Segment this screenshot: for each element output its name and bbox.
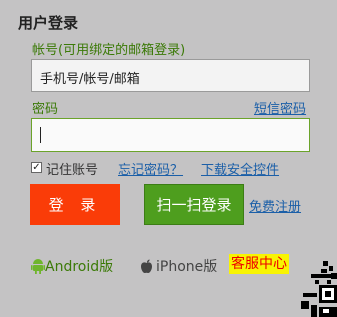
- qr-code-icon[interactable]: [301, 261, 337, 317]
- text-caret: [40, 127, 41, 143]
- register-link[interactable]: 免费注册: [249, 196, 301, 215]
- password-input[interactable]: [31, 118, 310, 152]
- remember-checkbox[interactable]: ✓: [31, 162, 42, 173]
- android-icon: [31, 258, 45, 274]
- password-label: 密码: [32, 102, 59, 117]
- download-security-control-link[interactable]: 下载安全控件: [201, 159, 279, 178]
- remember-label: 记住账号: [46, 163, 99, 178]
- android-app-link[interactable]: Android版: [31, 256, 113, 276]
- account-label: 帐号(可用绑定的邮箱登录): [32, 43, 186, 58]
- android-label: Android版: [45, 259, 114, 275]
- apple-icon: [141, 259, 152, 273]
- account-input-value: 手机号/帐号/邮箱: [40, 72, 140, 87]
- iphone-app-link[interactable]: iPhone版: [140, 256, 217, 276]
- scan-login-button[interactable]: 扫一扫登录: [144, 184, 244, 225]
- sms-password-link[interactable]: 短信密码: [254, 98, 306, 117]
- login-button[interactable]: 登 录: [30, 184, 120, 225]
- login-title: 用户登录: [18, 14, 79, 32]
- customer-service-link[interactable]: 客服中心: [229, 254, 289, 274]
- forgot-password-link[interactable]: 忘记密码？: [118, 159, 183, 178]
- account-input[interactable]: 手机号/帐号/邮箱: [31, 59, 310, 92]
- iphone-label: iPhone版: [156, 259, 218, 275]
